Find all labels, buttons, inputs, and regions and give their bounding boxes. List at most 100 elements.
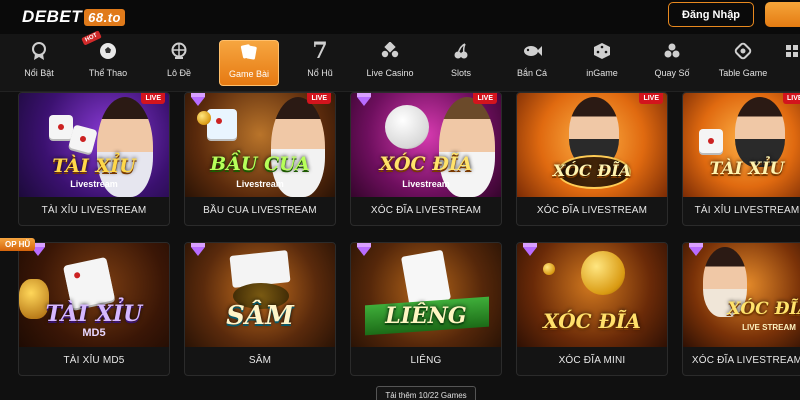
page: DEBET 68.to Đăng Nhập Nổi Bật HOT Thể Th… bbox=[0, 0, 800, 400]
nav-item-slots[interactable]: Slots bbox=[444, 40, 478, 86]
live-badge: LIVE bbox=[141, 93, 165, 104]
nav-label: Bắn Cá bbox=[516, 68, 548, 78]
table-chip-icon bbox=[734, 40, 752, 62]
game-art-text: SÂM bbox=[226, 301, 294, 331]
nav-label: Quay Số bbox=[654, 68, 690, 78]
soccer-ball-icon bbox=[99, 40, 117, 62]
game-thumbnail: XÓC ĐĨA LIVE bbox=[517, 93, 667, 197]
fish-icon bbox=[522, 40, 542, 62]
nav-item-game-bai[interactable]: Game Bài bbox=[219, 40, 279, 86]
game-title: LIÊNG bbox=[410, 354, 442, 366]
game-thumbnail: BẦU CUA Livestream LIVE bbox=[185, 93, 335, 197]
live-badge: LIVE bbox=[307, 93, 331, 104]
game-art-text: XÓC ĐĨA bbox=[727, 299, 800, 319]
game-thumbnail: TÀI XỈU MD5 bbox=[19, 243, 169, 347]
cards-icon bbox=[239, 41, 259, 63]
nav-label: Lô Đề bbox=[166, 68, 192, 78]
game-art-text: TÀI XỈU bbox=[709, 159, 785, 179]
coin-image bbox=[197, 111, 211, 125]
golden-plate-image bbox=[581, 251, 625, 295]
gem-icon bbox=[689, 243, 703, 256]
live-badge: LIVE bbox=[783, 93, 800, 104]
game-art-subtext: LIVE STREAM bbox=[742, 323, 796, 332]
gem-icon bbox=[357, 93, 371, 106]
game-art-subtext: Livestream bbox=[402, 179, 450, 189]
playing-cards-image bbox=[400, 249, 452, 307]
dice-image bbox=[68, 124, 98, 154]
game-art-subtext: Livestream bbox=[70, 179, 118, 189]
game-art-text: TÀI XỈU bbox=[52, 155, 136, 177]
game-art-text: TÀI XỈU bbox=[45, 301, 143, 327]
game-card-lieng[interactable]: LIÊNG LIÊNG bbox=[350, 242, 502, 376]
logo-text: DEBET bbox=[22, 7, 83, 26]
game-title: XÓC ĐĨA LIVESTREAM bbox=[370, 204, 482, 216]
nav-label: Table Game bbox=[718, 68, 768, 78]
game-art-subtext: MD5 bbox=[82, 327, 106, 339]
host-figure bbox=[735, 97, 785, 167]
game-title: BẦU CUA LIVESTREAM bbox=[203, 204, 317, 216]
nav-item-no-hu[interactable]: 7 Nổ Hũ bbox=[300, 38, 340, 86]
game-card-sam[interactable]: SÂM SÂM bbox=[184, 242, 336, 376]
top-header: DEBET 68.to Đăng Nhập bbox=[0, 0, 800, 34]
coin-image bbox=[543, 263, 555, 275]
login-button[interactable]: Đăng Nhập bbox=[668, 2, 754, 27]
game-card-xoc-dia-livestream[interactable]: XÓC ĐĨA Livestream LIVE XÓC ĐĨA LIVESTRE… bbox=[350, 92, 502, 226]
load-more-button[interactable]: Tải thêm 10/22 Games bbox=[376, 386, 476, 400]
game-thumbnail: TÀI XỈU Livestream LIVE bbox=[19, 93, 169, 197]
game-title: XÓC ĐĨA LIVESTREAM bbox=[691, 354, 800, 366]
nav-item-the-thao[interactable]: HOT Thể Thao bbox=[81, 30, 130, 86]
game-art-text: XÓC ĐĨA bbox=[543, 309, 641, 333]
register-button[interactable] bbox=[765, 2, 800, 27]
nav-label: Nổ Hũ bbox=[307, 68, 333, 78]
game-thumbnail: XÓC ĐĨA Livestream LIVE bbox=[351, 93, 501, 197]
gem-icon bbox=[191, 243, 205, 256]
nav-item-ban-ca[interactable]: Bắn Cá bbox=[512, 40, 552, 86]
nav-item-quay-so[interactable]: Quay Số bbox=[652, 40, 692, 86]
gem-icon bbox=[191, 93, 205, 106]
game-thumbnail: SÂM bbox=[185, 243, 335, 347]
live-badge: LIVE bbox=[639, 93, 663, 104]
live-badge: LIVE bbox=[473, 93, 497, 104]
slot-seven-icon: 7 bbox=[312, 38, 328, 64]
nav-item-table-game[interactable]: Table Game bbox=[716, 40, 770, 86]
game-card-tai-xiu-livestream[interactable]: TÀI XỈU Livestream LIVE TÀI XỈU LIVESTRE… bbox=[18, 92, 170, 226]
game-art-text: XÓC ĐĨA bbox=[552, 161, 632, 180]
category-nav: Nổi Bật HOT Thể Thao Lô Đề Game Bài 7 Nổ… bbox=[0, 30, 800, 92]
dice-image bbox=[207, 109, 237, 139]
nav-label: Nổi Bật bbox=[24, 68, 54, 78]
game-thumbnail: TÀI XỈU LIVE bbox=[683, 93, 800, 197]
nav-item-noi-bat[interactable]: Nổi Bật bbox=[18, 40, 60, 86]
nav-label: inGame bbox=[586, 68, 618, 78]
plate-image bbox=[385, 105, 429, 149]
game-card-tai-xiu-livestream-2[interactable]: TÀI XỈU LIVE TÀI XỈU LIVESTREAM bbox=[682, 92, 800, 226]
medal-icon bbox=[30, 40, 48, 62]
game-card-xoc-dia-livestream-2[interactable]: XÓC ĐĨA LIVE XÓC ĐĨA LIVESTREAM bbox=[516, 92, 668, 226]
logo-domain-tag: 68.to bbox=[84, 8, 125, 26]
grid-icon bbox=[786, 40, 798, 62]
gem-icon bbox=[357, 243, 371, 256]
nav-label: Slots bbox=[450, 68, 471, 78]
game-title: XÓC ĐĨA LIVESTREAM bbox=[536, 204, 648, 216]
game-title: TÀI XỈU LIVESTREAM bbox=[694, 204, 800, 216]
top-hu-badge: OP HŨ bbox=[0, 238, 36, 251]
game-art-text: XÓC ĐĨA bbox=[379, 153, 473, 175]
lottery-balls-icon bbox=[663, 40, 681, 62]
nav-label: Thể Thao bbox=[88, 68, 128, 78]
game-title: TÀI XỈU MD5 bbox=[63, 354, 125, 366]
nav-item-live-casino[interactable]: Live Casino bbox=[362, 40, 418, 86]
game-card-tai-xiu-md5[interactable]: TÀI XỈU MD5 TÀI XỈU MD5 bbox=[18, 242, 170, 376]
nav-item-ingame[interactable]: inGame bbox=[580, 40, 624, 86]
dice-image bbox=[49, 115, 73, 139]
game-title: SÂM bbox=[248, 354, 272, 366]
cherry-icon bbox=[452, 40, 470, 62]
game-card-xoc-dia-mini[interactable]: XÓC ĐĨA XÓC ĐĨA MINI bbox=[516, 242, 668, 376]
dice-image bbox=[699, 129, 723, 153]
game-thumbnail: LIÊNG bbox=[351, 243, 501, 347]
nav-item-lo-de[interactable]: Lô Đề bbox=[158, 40, 200, 86]
game-card-bau-cua-livestream[interactable]: BẦU CUA Livestream LIVE BẦU CUA LIVESTRE… bbox=[184, 92, 336, 226]
site-logo[interactable]: DEBET 68.to bbox=[22, 7, 125, 27]
nav-item-more[interactable] bbox=[784, 40, 800, 86]
dice-cube-icon bbox=[593, 40, 611, 62]
chips-icon bbox=[381, 40, 399, 62]
game-card-xoc-dia-livestream-3[interactable]: XÓC ĐĨA LIVE STREAM XÓC ĐĨA LIVESTREAM bbox=[682, 242, 800, 376]
